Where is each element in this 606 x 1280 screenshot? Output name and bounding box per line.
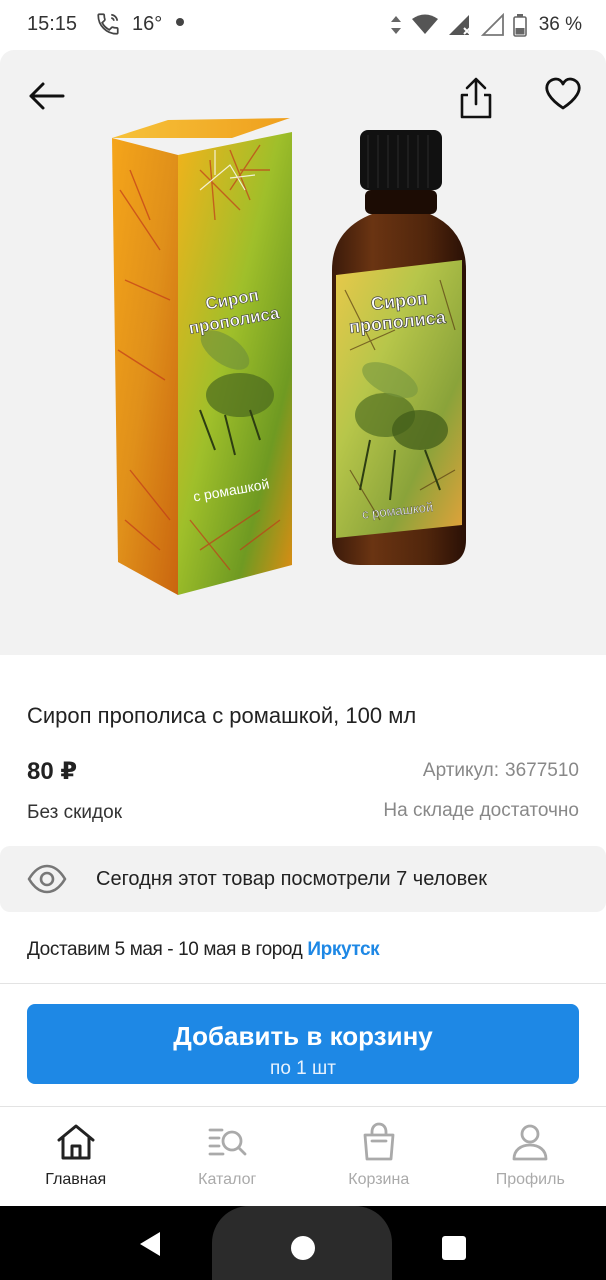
nav-item-catalog[interactable]: Каталог [152, 1107, 304, 1207]
product-image-area: Сироп прополиса с ромашкой Сироп прополи… [0, 50, 606, 655]
favorite-button[interactable] [539, 70, 587, 118]
add-to-cart-button[interactable]: Добавить в корзину по 1 шт [27, 1004, 579, 1084]
system-back-icon[interactable] [136, 1230, 164, 1258]
nav-item-profile[interactable]: Профиль [455, 1107, 606, 1207]
signal-empty-icon [480, 13, 504, 36]
nav-label-profile: Профиль [495, 1171, 565, 1188]
sku-label: Артикул: [422, 760, 500, 781]
views-banner: Сегодня этот товар посмотрели 7 человек [0, 846, 606, 912]
syrup-bottle: Сироп прополиса с ромашкой [332, 130, 466, 565]
back-arrow-icon [29, 82, 65, 110]
share-icon [460, 77, 492, 119]
eye-icon [27, 864, 67, 894]
syrup-box: Сироп прополиса с ромашкой [112, 118, 292, 595]
nav-item-home[interactable]: Главная [0, 1107, 152, 1207]
nav-label-cart: Корзина [348, 1171, 410, 1188]
shopping-bag-icon [363, 1122, 395, 1161]
stock-status: На складе достаточно [383, 800, 579, 821]
divider [0, 983, 606, 984]
status-temperature: 16° [132, 13, 163, 35]
system-home-icon[interactable] [291, 1236, 315, 1260]
system-navigation-bar [0, 1206, 606, 1280]
notification-dot [176, 18, 184, 26]
delivery-info: Доставим 5 мая - 10 мая в город Иркутск [27, 939, 380, 961]
battery-percent: 36 % [538, 14, 582, 35]
sku-value: 3677510 [505, 760, 579, 781]
signal-icon [448, 15, 471, 35]
nav-label-catalog: Каталог [198, 1171, 257, 1188]
delivery-city-link[interactable]: Иркутск [307, 939, 379, 960]
status-bar: 15:15 16° 36 % [0, 0, 606, 50]
system-recents-icon[interactable] [442, 1236, 466, 1260]
battery-icon [512, 14, 527, 37]
wifi-icon [411, 14, 438, 34]
vibrate-icon [390, 16, 401, 34]
add-to-cart-quantity: по 1 шт [270, 1057, 336, 1079]
discount-status: Без скидок [27, 802, 122, 823]
delivery-text: Доставим 5 мая - 10 мая в город [27, 939, 303, 960]
nav-label-home: Главная [45, 1171, 107, 1188]
bottom-navigation: Главная Каталог Корзина Профиль [0, 1106, 606, 1206]
product-sku: Артикул: 3677510 [423, 760, 579, 782]
home-icon [57, 1124, 95, 1160]
product-image[interactable]: Сироп прополиса с ромашкой Сироп прополи… [0, 50, 606, 655]
nav-item-cart[interactable]: Корзина [303, 1107, 455, 1207]
back-button[interactable] [22, 72, 70, 120]
product-price: 80 ₽ [27, 758, 78, 785]
share-button[interactable] [452, 74, 500, 122]
heart-icon [545, 77, 581, 110]
product-title: Сироп прополиса с ромашкой, 100 мл [27, 703, 417, 728]
views-text: Сегодня этот товар посмотрели 7 человек [96, 868, 487, 890]
call-icon [97, 13, 119, 35]
status-time: 15:15 [27, 13, 78, 35]
catalog-search-icon [208, 1128, 247, 1156]
profile-icon [512, 1124, 548, 1161]
add-to-cart-label: Добавить в корзину [173, 1020, 433, 1051]
status-right-group: 36 % [389, 12, 582, 38]
